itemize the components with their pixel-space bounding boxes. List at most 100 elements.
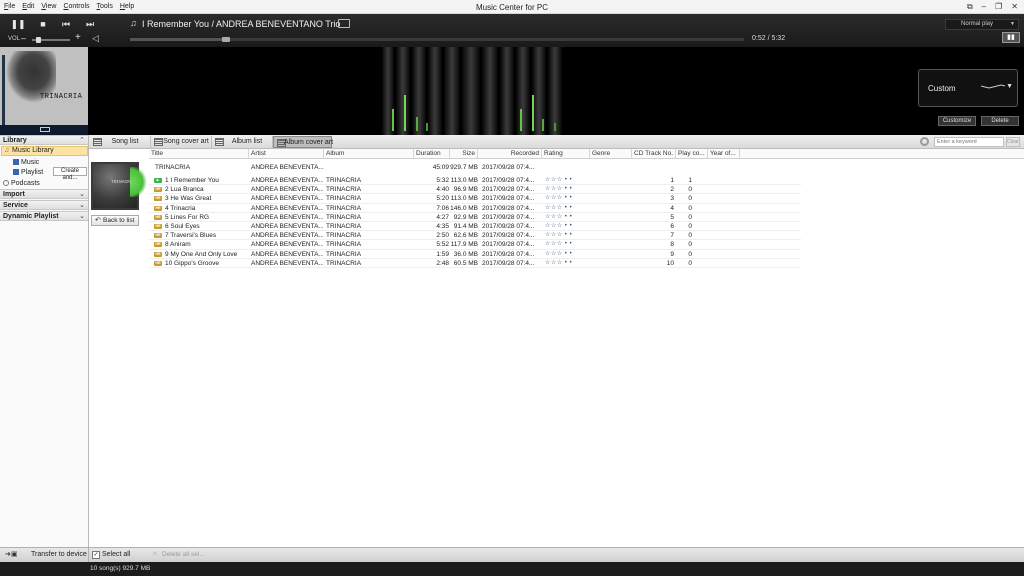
- share-icon[interactable]: [338, 19, 350, 28]
- menu-tools[interactable]: Tools: [97, 3, 113, 10]
- previous-track-button[interactable]: ⏮: [58, 18, 74, 31]
- table-row[interactable]: HR 10 Gippo's Groove ANDREA BENEVENTA... TR…: [149, 259, 801, 268]
- search-icon[interactable]: [920, 137, 929, 146]
- cell-play-count: 0: [688, 213, 692, 221]
- equalizer-toggle-icon[interactable]: ▮▮: [1002, 32, 1020, 43]
- volume-slider-thumb[interactable]: [35, 37, 41, 43]
- cell-rating[interactable]: ☆☆☆ • •: [545, 185, 590, 194]
- equalizer-preset-select[interactable]: Custom ▼: [918, 69, 1018, 107]
- next-track-button[interactable]: ⏭: [82, 18, 98, 31]
- minimize-icon[interactable]: –: [982, 2, 986, 12]
- volume-slider[interactable]: [32, 37, 70, 43]
- equalizer-curve-icon: [981, 84, 1006, 89]
- music-icon: [13, 159, 19, 165]
- column-header-size[interactable]: Size: [450, 149, 478, 159]
- tab-song-cover-art[interactable]: Song cover art: [151, 136, 212, 148]
- title-bar: File Edit View Controls Tools Help Music…: [0, 0, 1024, 14]
- mini-mode-icon[interactable]: ⧉: [967, 2, 973, 12]
- column-header-album[interactable]: Album: [324, 149, 414, 159]
- table-row[interactable]: HR 3 He Was Great ANDREA BENEVENTA... TRINA…: [149, 194, 801, 204]
- column-header-title[interactable]: Title: [149, 149, 249, 159]
- customize-button[interactable]: Customize: [938, 116, 976, 126]
- volume-down-icon[interactable]: –: [21, 34, 26, 43]
- column-header-artist[interactable]: Artist: [249, 149, 324, 159]
- close-icon[interactable]: ✕: [1011, 2, 1018, 12]
- delete-preset-button[interactable]: Delete: [981, 116, 1019, 126]
- sidebar-item-music[interactable]: Music: [13, 158, 39, 167]
- chevron-down-icon[interactable]: ⌄: [79, 201, 85, 210]
- chevron-down-icon[interactable]: ⌄: [79, 212, 85, 221]
- table-row[interactable]: HR 4 Trinacria ANDREA BENEVENTA... TRINACRI…: [149, 204, 801, 213]
- tab-album-list[interactable]: Album list: [212, 136, 273, 148]
- table-row[interactable]: HR 5 Lines For RG ANDREA BENEVENTA... TRINA…: [149, 213, 801, 222]
- visualizer-peak: [426, 123, 428, 131]
- column-header-cd-track[interactable]: CD Track No.: [632, 149, 676, 159]
- cell-rating[interactable]: ☆☆☆ • •: [545, 176, 590, 185]
- sidebar-item-label: Music: [21, 159, 40, 166]
- album-summary-row[interactable]: TRINACRIA ANDREA BENEVENTA... 45:09 929.…: [149, 161, 801, 175]
- transfer-to-device-button[interactable]: ➜▣ Transfer to device: [0, 548, 89, 562]
- window-controls: ⧉ – ❐ ✕: [967, 2, 1018, 12]
- seek-thumb[interactable]: [222, 37, 231, 42]
- table-row[interactable]: HR 7 Traversi's Blues ANDREA BENEVENTA... T…: [149, 231, 801, 241]
- menu-help[interactable]: Help: [120, 3, 134, 10]
- chevron-down-icon[interactable]: ⌄: [79, 190, 85, 199]
- cell-artist: ANDREA BENEVENTA...: [251, 186, 323, 194]
- select-all-button[interactable]: ✓ Select all: [92, 548, 130, 562]
- tab-song-list[interactable]: Song list: [90, 136, 151, 148]
- cell-rating[interactable]: ☆☆☆ • •: [545, 213, 590, 222]
- table-row[interactable]: HR 9 My One And Only Love ANDREA BENEVENTA…: [149, 250, 801, 259]
- cell-rating[interactable]: ☆☆☆ • •: [545, 259, 590, 268]
- back-to-list-button[interactable]: ↶ Back to list: [91, 215, 139, 226]
- visualizer-peak: [520, 109, 522, 131]
- seek-bar[interactable]: [130, 37, 744, 42]
- column-header-rating[interactable]: Rating: [542, 149, 590, 159]
- table-row[interactable]: HR 8 Aniram ANDREA BENEVENTA... TRINACRIA 5:…: [149, 240, 801, 250]
- chevron-down-icon: ▼: [1006, 83, 1013, 90]
- sidebar-header-library[interactable]: Library ⌃: [0, 135, 88, 145]
- cell-rating[interactable]: ☆☆☆ • •: [545, 250, 590, 259]
- maximize-icon[interactable]: ❐: [995, 2, 1002, 12]
- now-playing-icon: ▶: [154, 178, 162, 183]
- cell-rating[interactable]: ☆☆☆ • •: [545, 240, 590, 249]
- album-art[interactable]: TRINACRIA: [0, 47, 88, 135]
- sidebar-header-import[interactable]: Import ⌄: [0, 189, 88, 199]
- cell-rating[interactable]: ☆☆☆ • •: [545, 204, 590, 213]
- sidebar-header-dynamic-playlist[interactable]: Dynamic Playlist ⌄: [0, 211, 88, 221]
- play-mode-select[interactable]: Normal play: [945, 19, 1019, 30]
- cell-rating[interactable]: ☆☆☆ • •: [545, 222, 590, 231]
- volume-up-icon[interactable]: +: [75, 33, 81, 43]
- column-header-play-count[interactable]: Play co...: [676, 149, 708, 159]
- cell-duration: 1:59: [436, 250, 449, 258]
- clear-search-button[interactable]: Clear: [1006, 137, 1020, 147]
- sidebar-header-service[interactable]: Service ⌄: [0, 200, 88, 210]
- menu-edit[interactable]: Edit: [22, 3, 34, 10]
- window-title: Music Center for PC: [475, 3, 549, 12]
- search-input[interactable]: [934, 137, 1004, 147]
- sidebar-item-playlist[interactable]: Playlist: [13, 168, 43, 177]
- chevron-up-icon[interactable]: ⌃: [79, 136, 85, 145]
- stop-button[interactable]: ■: [35, 18, 51, 31]
- tab-album-cover-art[interactable]: Album cover art: [273, 136, 333, 148]
- column-header-genre[interactable]: Genre: [590, 149, 632, 159]
- speaker-icon[interactable]: ◁: [92, 33, 99, 43]
- sidebar-item-podcasts[interactable]: Podcasts: [3, 179, 40, 188]
- table-row[interactable]: ▶ 1 I Remember You ANDREA BENEVENTA... TRIN…: [149, 176, 801, 186]
- pause-button[interactable]: ❚❚: [10, 18, 26, 31]
- delete-all-selected-button[interactable]: ✕ Delete all sel...: [152, 548, 205, 562]
- menu-view[interactable]: View: [41, 3, 56, 10]
- cell-rating[interactable]: ☆☆☆ • •: [545, 231, 590, 240]
- format-badge-icon: HR: [154, 233, 162, 239]
- column-header-recorded[interactable]: Recorded: [478, 149, 542, 159]
- cell-album: TRINACRIA: [326, 250, 362, 258]
- table-row[interactable]: HR 6 Soul Eyes ANDREA BENEVENTA... TRINACRI…: [149, 222, 801, 232]
- cell-title: 4 Trinacria: [165, 204, 196, 212]
- column-header-year[interactable]: Year of...: [708, 149, 740, 159]
- menu-file[interactable]: File: [4, 3, 15, 10]
- cell-rating[interactable]: ☆☆☆ • •: [545, 194, 590, 203]
- column-header-duration[interactable]: Duration: [414, 149, 450, 159]
- table-row[interactable]: HR 2 Lua Branca ANDREA BENEVENTA... TRINACR…: [149, 185, 801, 195]
- menu-controls[interactable]: Controls: [63, 3, 89, 10]
- create-playlist-button[interactable]: Create and...: [53, 167, 87, 181]
- sidebar-item-music-library[interactable]: ♫ Music Library: [1, 146, 88, 156]
